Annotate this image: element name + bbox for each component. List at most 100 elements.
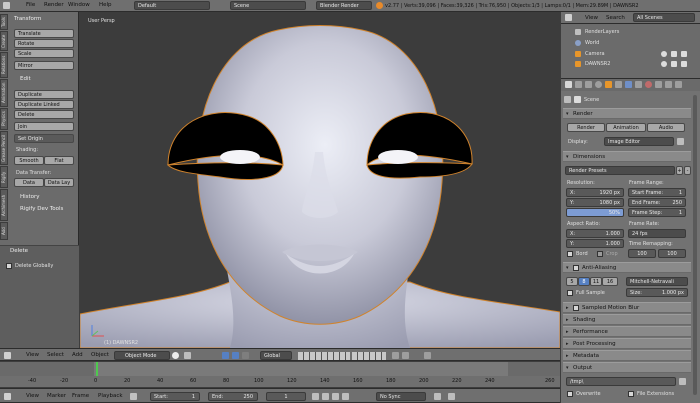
render-tab-icon[interactable] xyxy=(565,81,572,88)
set-origin-select[interactable]: Set Origin xyxy=(14,134,74,143)
render-camera-icon[interactable] xyxy=(681,51,687,57)
lock-layers-icon[interactable] xyxy=(392,352,399,359)
world-tab-icon[interactable] xyxy=(595,81,602,88)
render-preview-icon[interactable] xyxy=(424,352,431,359)
output-panel-header[interactable]: Output xyxy=(563,362,691,373)
sync-mode-select[interactable]: No Sync xyxy=(376,392,426,401)
post-processing-panel-header[interactable]: Post Processing xyxy=(563,338,691,349)
properties-scrollbar[interactable] xyxy=(693,95,697,395)
audio-button[interactable]: Audio xyxy=(647,123,685,132)
layout-select[interactable]: Default xyxy=(134,1,210,10)
rotate-button[interactable]: Rotate xyxy=(14,39,74,48)
menu-help[interactable]: Help xyxy=(99,2,112,8)
timeline-menu-marker[interactable]: Marker xyxy=(47,393,66,399)
mode-select[interactable]: Object Mode xyxy=(114,351,170,360)
render-camera-icon[interactable] xyxy=(681,61,687,67)
tab-archimesh[interactable]: Archimesh xyxy=(0,189,8,221)
aa-filter-select[interactable]: Mitchell-Netravali xyxy=(626,277,688,286)
file-browse-icon[interactable] xyxy=(679,378,686,385)
manipulator-scale-icon[interactable] xyxy=(242,352,249,359)
layer-buttons-2[interactable] xyxy=(352,352,386,360)
tab-tools[interactable]: Tools xyxy=(0,14,8,30)
border-checkbox[interactable] xyxy=(567,251,573,257)
resolution-y-field[interactable]: Y: 1080 px xyxy=(566,198,624,207)
animation-button[interactable]: Animation xyxy=(606,123,646,132)
mirror-button[interactable]: Mirror xyxy=(14,61,74,70)
menu-file[interactable]: File xyxy=(26,2,35,8)
tab-add[interactable]: Add xyxy=(0,222,8,240)
menu-view[interactable]: View xyxy=(26,352,39,358)
start-frame-field[interactable]: Start: 1 xyxy=(150,392,200,401)
timeline-area[interactable] xyxy=(0,362,560,387)
modifiers-tab-icon[interactable] xyxy=(625,81,632,88)
outliner-row-dawnsr2[interactable]: DAWNSR2 xyxy=(561,60,700,69)
display-select[interactable]: Image Editor xyxy=(604,137,674,146)
aspect-y-field[interactable]: Y: 1.000 xyxy=(566,239,624,248)
render-presets-select[interactable]: Render Presets xyxy=(565,166,675,175)
physics-tab-icon[interactable] xyxy=(675,81,682,88)
manipulator-rotate-icon[interactable] xyxy=(232,352,239,359)
lock-interface-icon[interactable] xyxy=(677,138,684,145)
duplicate-button[interactable]: Duplicate xyxy=(14,90,74,99)
timeline-menu-frame[interactable]: Frame xyxy=(72,393,89,399)
timeline-menu-view[interactable]: View xyxy=(26,393,39,399)
scale-button[interactable]: Scale xyxy=(14,49,74,58)
aa-sample-11[interactable]: 11 xyxy=(590,277,602,286)
data-layout-button[interactable]: Data Lay xyxy=(44,178,74,187)
scene-select[interactable]: Scene xyxy=(230,1,306,10)
data-tab-icon[interactable] xyxy=(635,81,642,88)
outliner-row-renderlayers[interactable]: RenderLayers xyxy=(561,28,700,37)
render-panel-header[interactable]: Render xyxy=(563,108,691,119)
transform-panel-header[interactable]: Transform xyxy=(14,16,41,22)
delete-globally-checkbox[interactable] xyxy=(6,263,12,269)
aa-sample-8[interactable]: 8 xyxy=(578,277,590,286)
motion-blur-panel-header[interactable]: Sampled Motion Blur xyxy=(563,302,691,313)
outliner-row-camera[interactable]: Camera xyxy=(561,50,700,59)
material-tab-icon[interactable] xyxy=(645,81,652,88)
rigify-panel-header[interactable]: Rigify Dev Tools xyxy=(20,206,63,212)
select-arrow-icon[interactable] xyxy=(671,51,677,57)
tab-create[interactable]: Create xyxy=(0,31,8,51)
tab-physics[interactable]: Physics xyxy=(0,108,8,130)
remap-old-field[interactable]: 100 xyxy=(628,249,656,258)
shading-panel-header[interactable]: Shading xyxy=(563,314,691,325)
menu-select[interactable]: Select xyxy=(47,352,64,358)
tab-animation[interactable]: Animation xyxy=(0,79,8,107)
object-tab-icon[interactable] xyxy=(605,81,612,88)
3d-viewport[interactable]: User Persp (1) DAWNSR2 xyxy=(80,12,560,348)
keying-set-icon[interactable] xyxy=(448,393,455,400)
aspect-x-field[interactable]: X: 1.000 xyxy=(566,229,624,238)
tab-grease-pencil[interactable]: Grease Pencil xyxy=(0,131,8,165)
translate-button[interactable]: Translate xyxy=(14,29,74,38)
aa-sample-5[interactable]: 5 xyxy=(566,277,578,286)
editor-type-3d-icon[interactable] xyxy=(4,352,11,359)
aa-sample-16[interactable]: 16 xyxy=(602,277,618,286)
overwrite-checkbox[interactable] xyxy=(567,391,573,397)
dimensions-panel-header[interactable]: Dimensions xyxy=(563,151,691,162)
output-path-field[interactable]: /tmp\ xyxy=(566,377,676,386)
layer-buttons[interactable] xyxy=(298,352,350,360)
filter-size-field[interactable]: Size: 1.000 px xyxy=(626,288,688,297)
outliner-menu-search[interactable]: Search xyxy=(606,15,625,21)
end-frame-prop-field[interactable]: End Frame: 250 xyxy=(628,198,686,207)
select-arrow-icon[interactable] xyxy=(671,61,677,67)
visibility-eye-icon[interactable] xyxy=(661,61,667,67)
history-panel-header[interactable]: History xyxy=(20,194,40,200)
start-frame-prop-field[interactable]: Start Frame: 1 xyxy=(628,188,686,197)
motion-blur-checkbox[interactable] xyxy=(573,305,579,311)
add-preset-button[interactable]: + xyxy=(676,166,683,175)
current-frame-field[interactable]: 1 xyxy=(266,392,306,401)
auto-keying-icon[interactable] xyxy=(434,393,441,400)
smooth-button[interactable]: Smooth xyxy=(14,156,44,165)
pivot-point-icon[interactable] xyxy=(184,352,191,359)
crop-checkbox[interactable] xyxy=(597,251,603,257)
outliner-menu-view[interactable]: View xyxy=(585,15,598,21)
jump-start-icon[interactable] xyxy=(312,393,319,400)
editor-type-timeline-icon[interactable] xyxy=(4,393,11,400)
render-engine-select[interactable]: Blender Render xyxy=(316,1,372,10)
edit-panel-header[interactable]: Edit xyxy=(20,76,31,82)
join-button[interactable]: Join xyxy=(14,122,74,131)
menu-render[interactable]: Render xyxy=(44,2,64,8)
resolution-percent-field[interactable]: 50% xyxy=(566,208,624,217)
visibility-eye-icon[interactable] xyxy=(661,51,667,57)
